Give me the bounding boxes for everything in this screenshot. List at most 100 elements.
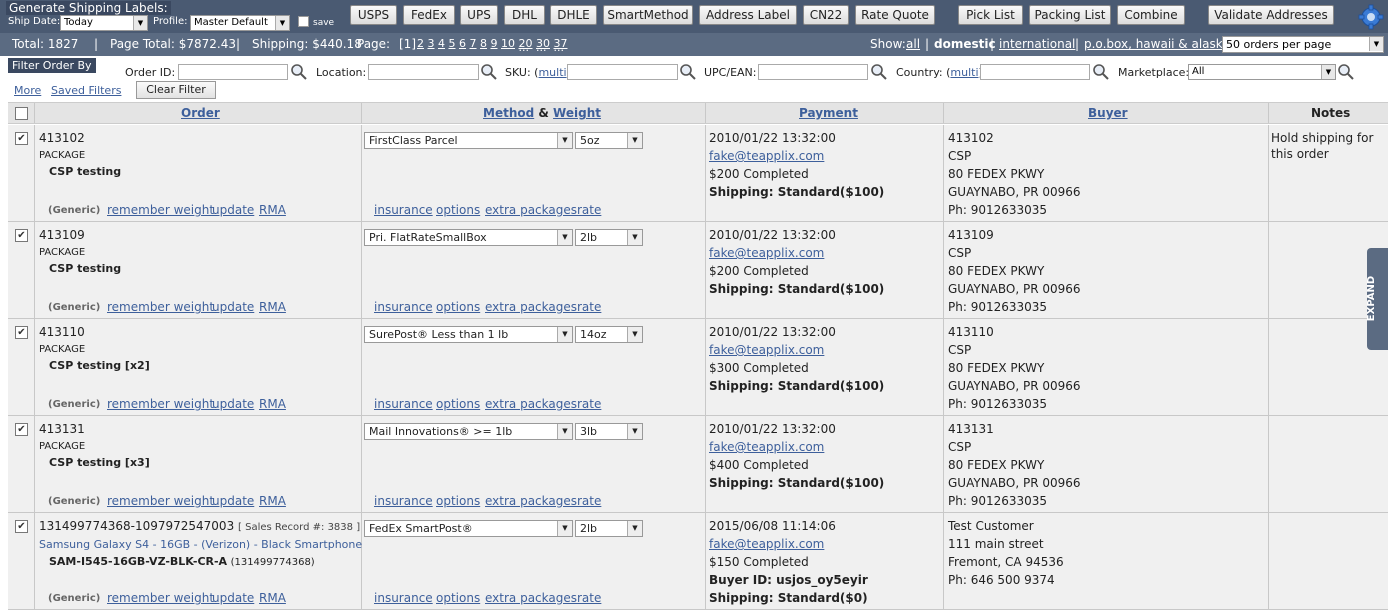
row-checkbox[interactable]: ✔ bbox=[15, 229, 28, 242]
more-link[interactable]: More bbox=[14, 84, 41, 97]
row-checkbox[interactable]: ✔ bbox=[15, 423, 28, 436]
row-checkbox[interactable]: ✔ bbox=[15, 520, 28, 533]
update-link[interactable]: update bbox=[212, 591, 254, 605]
weight-select[interactable]: 5oz ▼ bbox=[575, 132, 643, 149]
rma-link[interactable]: RMA bbox=[259, 397, 286, 411]
shipping-method-select[interactable]: Mail Innovations® >= 1lb ▼ bbox=[364, 423, 573, 440]
options-link[interactable]: options bbox=[436, 397, 480, 411]
rate-link[interactable]: rate bbox=[577, 300, 601, 314]
search-icon[interactable] bbox=[290, 63, 308, 81]
shipping-method-select[interactable]: Pri. FlatRateSmallBox ▼ bbox=[364, 229, 573, 246]
dhle-button[interactable]: DHLE bbox=[550, 5, 597, 25]
extra-packages-link[interactable]: extra packages bbox=[485, 397, 577, 411]
extra-packages-link[interactable]: extra packages bbox=[485, 591, 577, 605]
remember-weight-link[interactable]: remember weight bbox=[107, 494, 214, 508]
dhl-button[interactable]: DHL bbox=[504, 5, 545, 25]
cn22-button[interactable]: CN22 bbox=[803, 5, 849, 25]
save-checkbox[interactable] bbox=[298, 16, 309, 27]
rma-link[interactable]: RMA bbox=[259, 300, 286, 314]
page-link[interactable]: 7 bbox=[470, 37, 477, 50]
rma-link[interactable]: RMA bbox=[259, 203, 286, 217]
buyer-email-link[interactable]: fake@teapplix.com bbox=[709, 537, 824, 551]
remember-weight-link[interactable]: remember weight bbox=[107, 300, 214, 314]
buyer-email-link[interactable]: fake@teapplix.com bbox=[709, 440, 824, 454]
method-column-header[interactable]: Method bbox=[483, 106, 534, 120]
select-all-checkbox[interactable] bbox=[15, 107, 28, 120]
page-link[interactable]: 5 bbox=[449, 37, 456, 50]
extra-packages-link[interactable]: extra packages bbox=[485, 203, 577, 217]
page-link[interactable]: 6 bbox=[459, 37, 466, 50]
gear-icon[interactable] bbox=[1358, 4, 1384, 30]
rma-link[interactable]: RMA bbox=[259, 591, 286, 605]
packing-list-button[interactable]: Packing List bbox=[1029, 5, 1111, 25]
search-icon[interactable] bbox=[1337, 63, 1355, 81]
search-icon[interactable] bbox=[679, 63, 697, 81]
shipping-method-select[interactable]: FirstClass Parcel ▼ bbox=[364, 132, 573, 149]
show-pobox-link[interactable]: p.o.box, hawaii & alaska bbox=[1084, 37, 1230, 51]
ups-button[interactable]: UPS bbox=[460, 5, 498, 25]
insurance-link[interactable]: insurance bbox=[374, 591, 433, 605]
page-link[interactable]: 4 bbox=[438, 37, 445, 50]
search-icon[interactable] bbox=[1092, 63, 1110, 81]
update-link[interactable]: update bbox=[212, 397, 254, 411]
page-link[interactable]: 3 bbox=[428, 37, 435, 50]
rate-link[interactable]: rate bbox=[577, 397, 601, 411]
weight-select[interactable]: 2lb ▼ bbox=[575, 229, 643, 246]
item-title-link[interactable]: Samsung Galaxy S4 - 16GB - (Verizon) - B… bbox=[39, 538, 362, 551]
options-link[interactable]: options bbox=[436, 203, 480, 217]
page-link[interactable]: 8 bbox=[480, 37, 487, 50]
show-all-link[interactable]: all bbox=[906, 37, 920, 51]
payment-column-header[interactable]: Payment bbox=[799, 106, 858, 120]
rate-link[interactable]: rate bbox=[577, 494, 601, 508]
buyer-email-link[interactable]: fake@teapplix.com bbox=[709, 343, 824, 357]
weight-column-header[interactable]: Weight bbox=[553, 106, 601, 120]
clear-filter-button[interactable]: Clear Filter bbox=[136, 81, 216, 99]
page-link[interactable]: 2 bbox=[417, 37, 424, 50]
page-link[interactable]: 9 bbox=[491, 37, 498, 50]
weight-select[interactable]: 14oz ▼ bbox=[575, 326, 643, 343]
options-link[interactable]: options bbox=[436, 300, 480, 314]
location-input[interactable] bbox=[368, 64, 479, 80]
buyer-email-link[interactable]: fake@teapplix.com bbox=[709, 246, 824, 260]
profile-select[interactable]: Master Default ▼ bbox=[190, 15, 290, 31]
row-checkbox[interactable]: ✔ bbox=[15, 326, 28, 339]
rate-link[interactable]: rate bbox=[577, 591, 601, 605]
remember-weight-link[interactable]: remember weight bbox=[107, 203, 214, 217]
combine-button[interactable]: Combine bbox=[1117, 5, 1185, 25]
country-multi-link[interactable]: multi bbox=[950, 66, 978, 79]
per-page-select[interactable]: 50 orders per page ▼ bbox=[1222, 36, 1384, 53]
remember-weight-link[interactable]: remember weight bbox=[107, 397, 214, 411]
rate-link[interactable]: rate bbox=[577, 203, 601, 217]
extra-packages-link[interactable]: extra packages bbox=[485, 494, 577, 508]
ship-date-select[interactable]: Today ▼ bbox=[60, 15, 148, 31]
order-column-header[interactable]: Order bbox=[181, 106, 220, 120]
usps-button[interactable]: USPS bbox=[350, 5, 397, 25]
sku-multi-link[interactable]: multi bbox=[538, 66, 566, 79]
remember-weight-link[interactable]: remember weight bbox=[107, 591, 214, 605]
weight-select[interactable]: 2lb ▼ bbox=[575, 520, 643, 537]
country-input[interactable] bbox=[980, 64, 1090, 80]
show-domestic[interactable]: domestic bbox=[934, 37, 996, 51]
update-link[interactable]: update bbox=[212, 300, 254, 314]
validate-addresses-button[interactable]: Validate Addresses bbox=[1208, 5, 1334, 25]
insurance-link[interactable]: insurance bbox=[374, 203, 433, 217]
insurance-link[interactable]: insurance bbox=[374, 494, 433, 508]
marketplace-select[interactable]: All ▼ bbox=[1188, 64, 1336, 80]
row-checkbox[interactable]: ✔ bbox=[15, 132, 28, 145]
weight-select[interactable]: 3lb ▼ bbox=[575, 423, 643, 440]
update-link[interactable]: update bbox=[212, 494, 254, 508]
search-icon[interactable] bbox=[870, 63, 888, 81]
pick-list-button[interactable]: Pick List bbox=[958, 5, 1023, 25]
saved-filters-link[interactable]: Saved Filters bbox=[51, 84, 121, 97]
options-link[interactable]: options bbox=[436, 494, 480, 508]
extra-packages-link[interactable]: extra packages bbox=[485, 300, 577, 314]
search-icon[interactable] bbox=[480, 63, 498, 81]
address-label-button[interactable]: Address Label bbox=[699, 5, 797, 25]
sku-input[interactable] bbox=[567, 64, 678, 80]
options-link[interactable]: options bbox=[436, 591, 480, 605]
page-link[interactable]: 10 bbox=[501, 37, 515, 50]
shipping-method-select[interactable]: SurePost® Less than 1 lb ▼ bbox=[364, 326, 573, 343]
smartmethod-button[interactable]: SmartMethod bbox=[603, 5, 693, 25]
buyer-column-header[interactable]: Buyer bbox=[1088, 106, 1128, 120]
rma-link[interactable]: RMA bbox=[259, 494, 286, 508]
